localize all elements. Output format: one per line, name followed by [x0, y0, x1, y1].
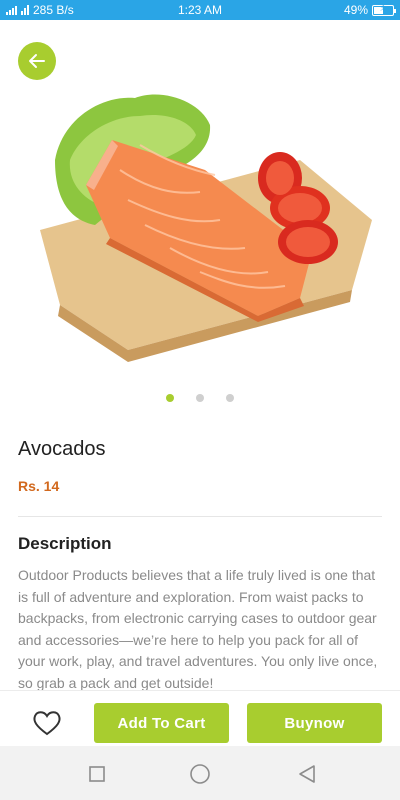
system-nav-bar: [0, 746, 400, 800]
charging-icon: ⚡: [379, 2, 387, 14]
circle-icon: [190, 764, 210, 784]
product-image[interactable]: [0, 20, 400, 380]
description-heading: Description: [18, 534, 112, 553]
square-icon: [89, 766, 105, 782]
salmon-on-board-image: [40, 94, 372, 362]
status-bar: 285 B/s 1:23 AM 49% ⚡: [0, 0, 400, 20]
status-right: 49% ⚡: [343, 2, 396, 17]
action-bar: Add To Cart Buynow: [0, 690, 400, 746]
add-to-cart-button[interactable]: Add To Cart: [94, 703, 229, 743]
product-name: Avocados: [18, 438, 106, 460]
carousel-dot[interactable]: [166, 394, 174, 402]
arrow-left-icon: [29, 54, 45, 68]
status-time: 1:23 AM: [177, 3, 223, 17]
wishlist-button[interactable]: [30, 708, 64, 738]
back-button[interactable]: [18, 42, 56, 80]
divider: [18, 516, 382, 517]
home-button[interactable]: [189, 763, 211, 785]
carousel-indicator: [0, 394, 400, 402]
carousel-dot[interactable]: [196, 394, 204, 402]
recents-button[interactable]: [86, 763, 108, 785]
buy-now-button[interactable]: Buynow: [247, 703, 382, 743]
heart-icon: [33, 711, 61, 736]
battery-icon: ⚡: [372, 2, 396, 16]
back-nav-button[interactable]: [296, 763, 318, 785]
description-text: Outdoor Products believes that a life tr…: [18, 567, 378, 691]
triangle-back-icon: [299, 765, 315, 783]
battery-percent: 49%: [343, 3, 368, 17]
carousel-dot[interactable]: [226, 394, 234, 402]
product-price: Rs. 14: [18, 478, 60, 494]
